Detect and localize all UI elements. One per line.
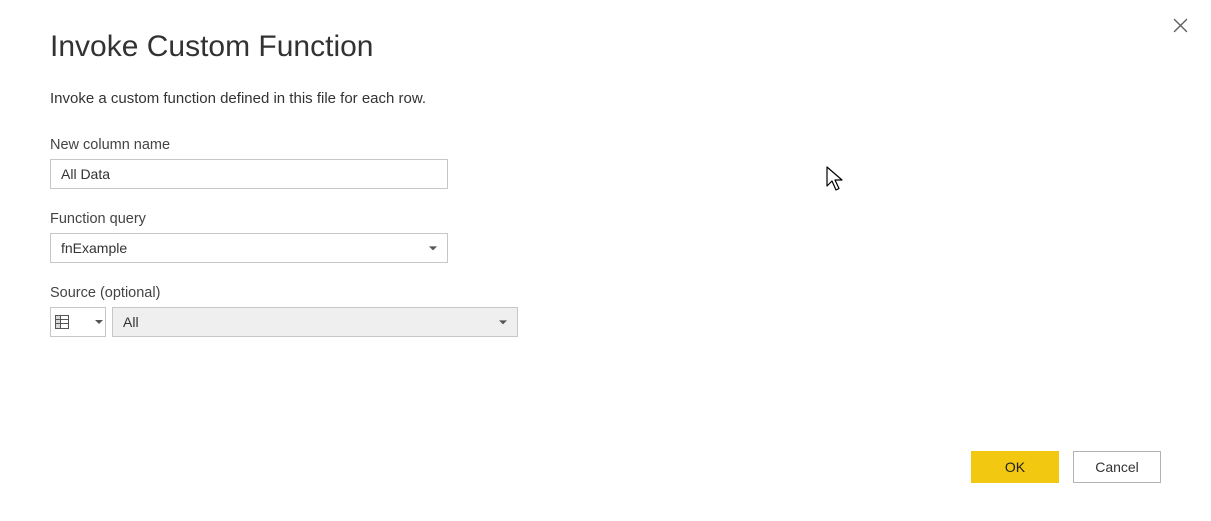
source-value: All [123,314,139,330]
dialog-buttons: OK Cancel [971,451,1161,483]
function-query-label: Function query [50,211,1161,227]
column-icon [54,314,70,330]
new-column-name-label: New column name [50,137,1161,153]
function-query-select[interactable]: fnExample [50,233,448,263]
function-query-value: fnExample [61,240,423,256]
chevron-down-icon [95,320,103,324]
field-new-column-name: New column name [50,137,1161,189]
chevron-down-icon [499,320,507,324]
dialog-subtitle: Invoke a custom function defined in this… [50,90,1161,107]
source-label: Source (optional) [50,285,1161,301]
close-icon [1173,18,1188,33]
new-column-name-input[interactable] [50,159,448,189]
chevron-down-icon [429,246,437,250]
cancel-button[interactable]: Cancel [1073,451,1161,483]
ok-button[interactable]: OK [971,451,1059,483]
close-button[interactable] [1167,12,1193,38]
field-function-query: Function query fnExample [50,211,1161,263]
invoke-custom-function-dialog: Invoke Custom Function Invoke a custom f… [0,0,1211,521]
source-type-picker[interactable] [50,307,106,337]
field-source: Source (optional) [50,285,1161,337]
source-select[interactable]: All [112,307,518,337]
dialog-title: Invoke Custom Function [50,30,1161,64]
